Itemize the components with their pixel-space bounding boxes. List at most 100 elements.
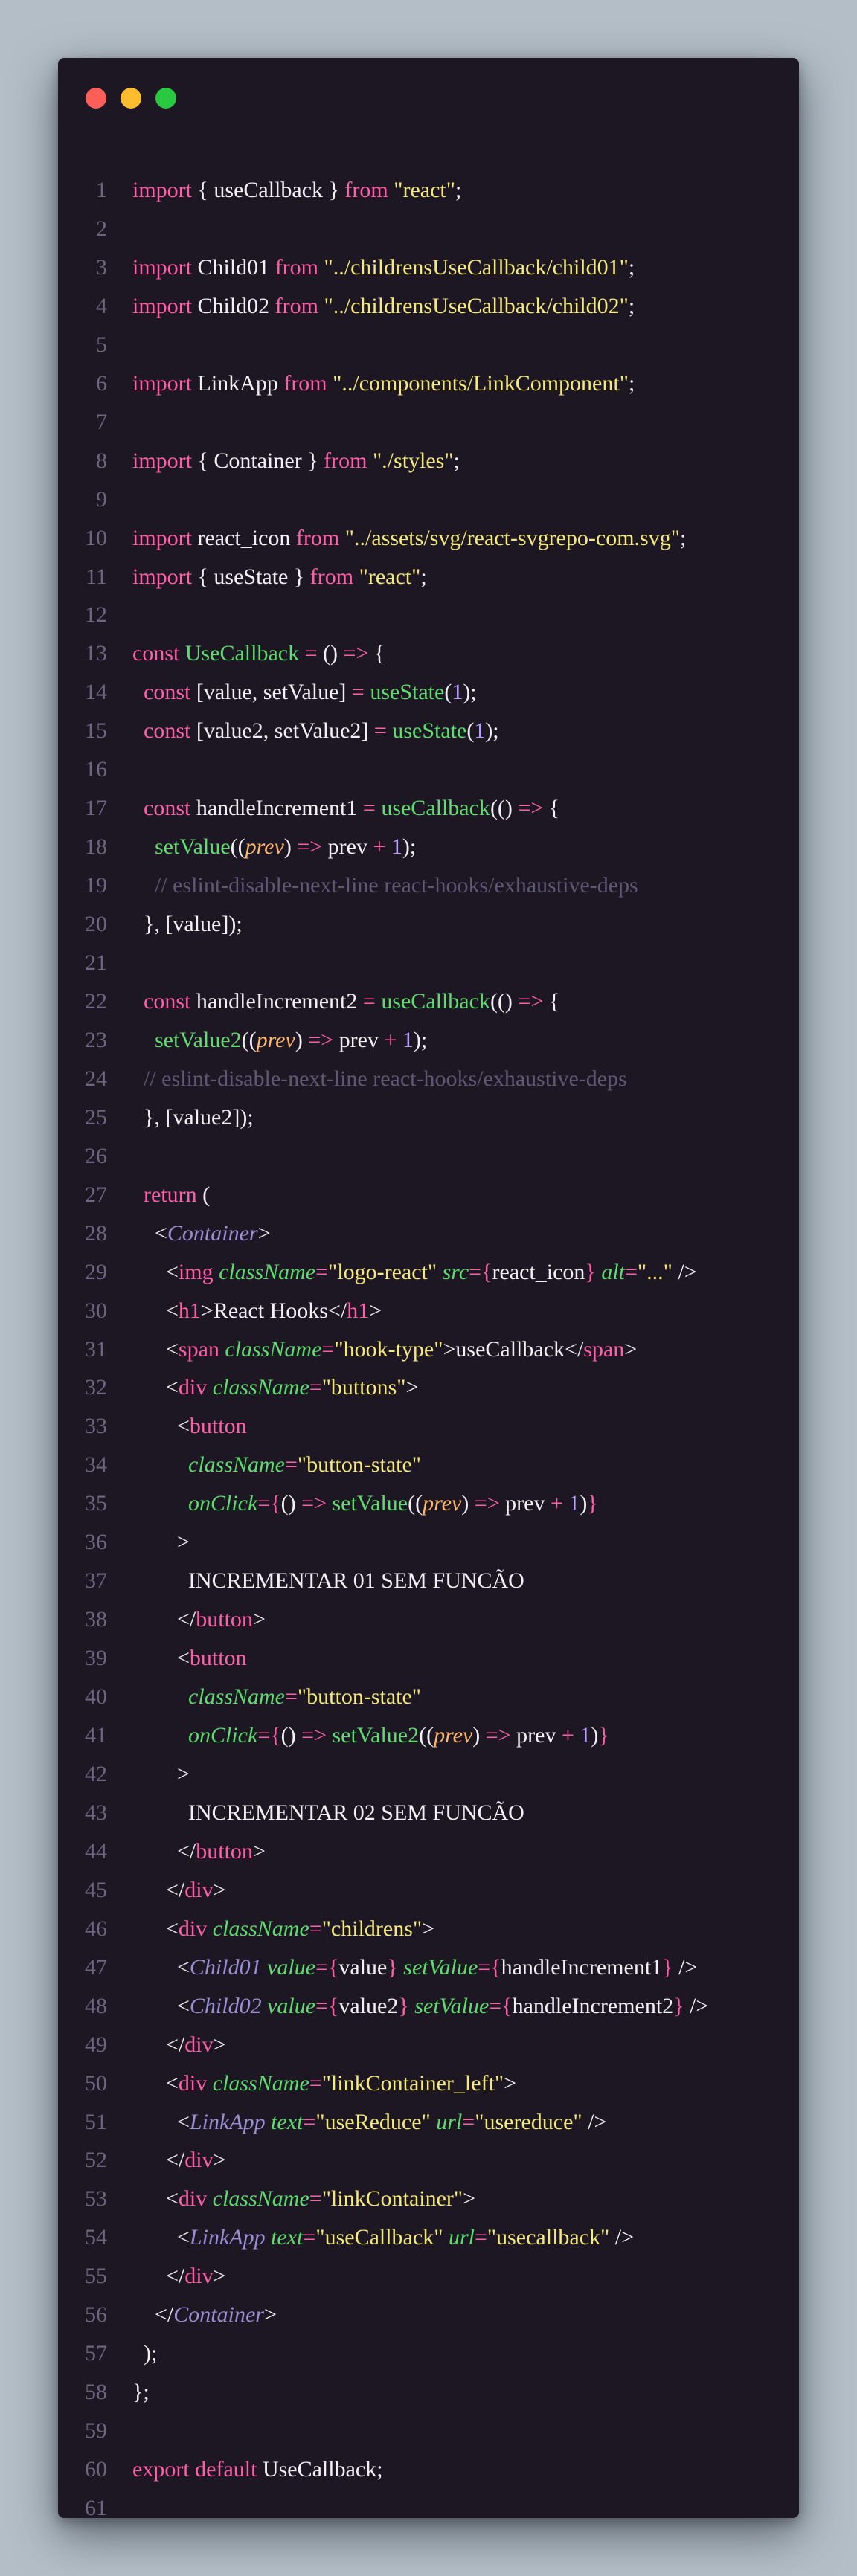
line-number: 16 bbox=[85, 757, 107, 782]
code-line: 58}; bbox=[58, 2373, 799, 2412]
line-number: 17 bbox=[85, 796, 107, 821]
code-text: <LinkApp text="useCallback" url="usecall… bbox=[132, 2225, 635, 2250]
code-line: 7 bbox=[58, 403, 799, 442]
code-line: 20 }, [value]); bbox=[58, 905, 799, 944]
line-number: 9 bbox=[96, 486, 107, 512]
code-line: 23 setValue2((prev) => prev + 1); bbox=[58, 1021, 799, 1060]
code-line: 34 className="button-state" bbox=[58, 1446, 799, 1484]
line-number: 42 bbox=[85, 1761, 107, 1786]
line-number: 41 bbox=[85, 1723, 107, 1748]
line-number: 55 bbox=[85, 2264, 107, 2289]
code-text: <img className="logo-react" src={react_i… bbox=[132, 1259, 697, 1284]
code-text: <button bbox=[132, 1414, 247, 1439]
close-button[interactable] bbox=[86, 88, 106, 109]
code-text: </div> bbox=[132, 2264, 226, 2289]
line-number: 20 bbox=[85, 912, 107, 937]
code-line: 13 const UseCallback = () => { bbox=[58, 634, 799, 673]
line-number: 39 bbox=[85, 1646, 107, 1671]
line-number: 26 bbox=[85, 1143, 107, 1168]
line-number: 54 bbox=[85, 2225, 107, 2250]
code-line: 31 <span className="hook-type">useCallba… bbox=[58, 1330, 799, 1369]
code-line: 1 import { useCallback } from "react"; bbox=[58, 171, 799, 210]
line-number: 56 bbox=[85, 2302, 107, 2328]
minimize-button[interactable] bbox=[121, 88, 141, 109]
line-number: 1 bbox=[96, 178, 107, 202]
code-line: 22 const handleIncrement2 = useCallback(… bbox=[58, 982, 799, 1021]
line-number: 37 bbox=[85, 1568, 107, 1594]
code-text: import LinkApp from "../components/LinkC… bbox=[132, 370, 635, 396]
line-number: 14 bbox=[85, 680, 107, 705]
code-line: 24 // eslint-disable-next-line react-hoo… bbox=[58, 1060, 799, 1098]
code-line: 3 import Child01 from "../childrensUseCal… bbox=[58, 248, 799, 287]
line-number: 2 bbox=[96, 216, 107, 241]
code-line: 52 </div> bbox=[58, 2141, 799, 2180]
code-line: 10 import react_icon from "../assets/svg/… bbox=[58, 519, 799, 558]
line-number: 27 bbox=[85, 1182, 107, 1207]
line-number: 4 bbox=[96, 293, 107, 318]
code-line: 38 </button> bbox=[58, 1600, 799, 1639]
code-line: 21 bbox=[58, 944, 799, 982]
code-text: <span className="hook-type">useCallback<… bbox=[132, 1336, 638, 1362]
line-number: 35 bbox=[85, 1491, 107, 1516]
code-text: className="button-state" bbox=[188, 1452, 422, 1478]
code-text: INCREMENTAR 02 SEM FUNCÃO bbox=[132, 1800, 524, 1825]
line-number: 19 bbox=[85, 873, 107, 898]
code-text: <Child01 value={value} setValue={handleI… bbox=[132, 1954, 698, 1980]
line-number: 12 bbox=[85, 602, 107, 628]
line-number: 47 bbox=[85, 1954, 107, 1980]
code-text: const [value, setValue] = useState(1); bbox=[144, 680, 477, 705]
code-text: <div className="linkContainer"> bbox=[132, 2186, 476, 2212]
code-text: onClick={() => setValue((prev) => prev +… bbox=[188, 1491, 598, 1516]
code-line: 39 <button bbox=[58, 1639, 799, 1678]
code-line: 29 <img className="logo-react" src={reac… bbox=[58, 1253, 799, 1292]
code-line: 30 <h1>React Hooks</h1> bbox=[58, 1292, 799, 1330]
code-line: 5 bbox=[58, 326, 799, 364]
code-line: 53 <div className="linkContainer"> bbox=[58, 2180, 799, 2218]
line-number: 22 bbox=[85, 988, 107, 1014]
window-titlebar bbox=[58, 58, 799, 132]
code-line: 18 setValue((prev) => prev + 1); bbox=[58, 828, 799, 866]
code-line: 55 </div> bbox=[58, 2257, 799, 2296]
code-line: 47 <Child01 value={value} setValue={hand… bbox=[58, 1948, 799, 1987]
code-text: const [value2, setValue2] = useState(1); bbox=[144, 718, 499, 744]
code-line: 61 bbox=[58, 2489, 799, 2518]
line-number: 45 bbox=[85, 1877, 107, 1902]
code-line: 14 const [value, setValue] = useState(1)… bbox=[58, 673, 799, 712]
code-line: 37 INCREMENTAR 01 SEM FUNCÃO bbox=[58, 1562, 799, 1600]
code-line: 4 import Child02 from "../childrensUseCal… bbox=[58, 287, 799, 326]
code-line: 8 import { Container } from "./styles"; bbox=[58, 442, 799, 480]
line-number: 51 bbox=[85, 2109, 107, 2134]
code-line: 56 </Container> bbox=[58, 2296, 799, 2334]
line-number: 25 bbox=[85, 1104, 107, 1130]
code-line: 33 <button bbox=[58, 1407, 799, 1446]
line-number: 28 bbox=[85, 1220, 107, 1246]
line-number: 33 bbox=[85, 1414, 107, 1439]
code-text: export default UseCallback; bbox=[132, 2457, 383, 2482]
code-text: import react_icon from "../assets/svg/re… bbox=[132, 525, 687, 550]
line-number: 40 bbox=[85, 1684, 107, 1710]
code-line: 32 <div className="buttons"> bbox=[58, 1368, 799, 1407]
code-text: <LinkApp text="useReduce" url="usereduce… bbox=[132, 2109, 607, 2134]
code-line: 48 <Child02 value={value2} setValue={han… bbox=[58, 1987, 799, 2026]
code-line: 59 bbox=[58, 2412, 799, 2450]
line-number: 24 bbox=[85, 1066, 107, 1091]
code-text: </div> bbox=[132, 2148, 226, 2173]
code-line: 25 }, [value2]); bbox=[58, 1098, 799, 1137]
line-number: 18 bbox=[85, 834, 107, 860]
code-line: 60 export default UseCallback; bbox=[58, 2450, 799, 2489]
maximize-button[interactable] bbox=[155, 88, 176, 109]
line-number: 30 bbox=[85, 1298, 107, 1323]
code-text: </div> bbox=[132, 1877, 226, 1902]
line-number: 44 bbox=[85, 1838, 107, 1864]
line-number: 7 bbox=[96, 409, 107, 434]
line-number: 60 bbox=[85, 2457, 107, 2482]
code-window: 1 import { useCallback } from "react"; 2 3 i… bbox=[58, 58, 799, 2518]
code-line: 17 const handleIncrement1 = useCallback(… bbox=[58, 789, 799, 828]
code-text: import { useState } from "react"; bbox=[132, 564, 427, 589]
code-text: setValue((prev) => prev + 1); bbox=[155, 834, 417, 860]
code-text: import { useCallback } from "react"; bbox=[132, 178, 462, 202]
code-line: 44 </button> bbox=[58, 1832, 799, 1871]
code-text: INCREMENTAR 01 SEM FUNCÃO bbox=[132, 1568, 524, 1594]
code-text: <div className="linkContainer_left"> bbox=[132, 2070, 517, 2096]
code-line: 26 bbox=[58, 1137, 799, 1176]
